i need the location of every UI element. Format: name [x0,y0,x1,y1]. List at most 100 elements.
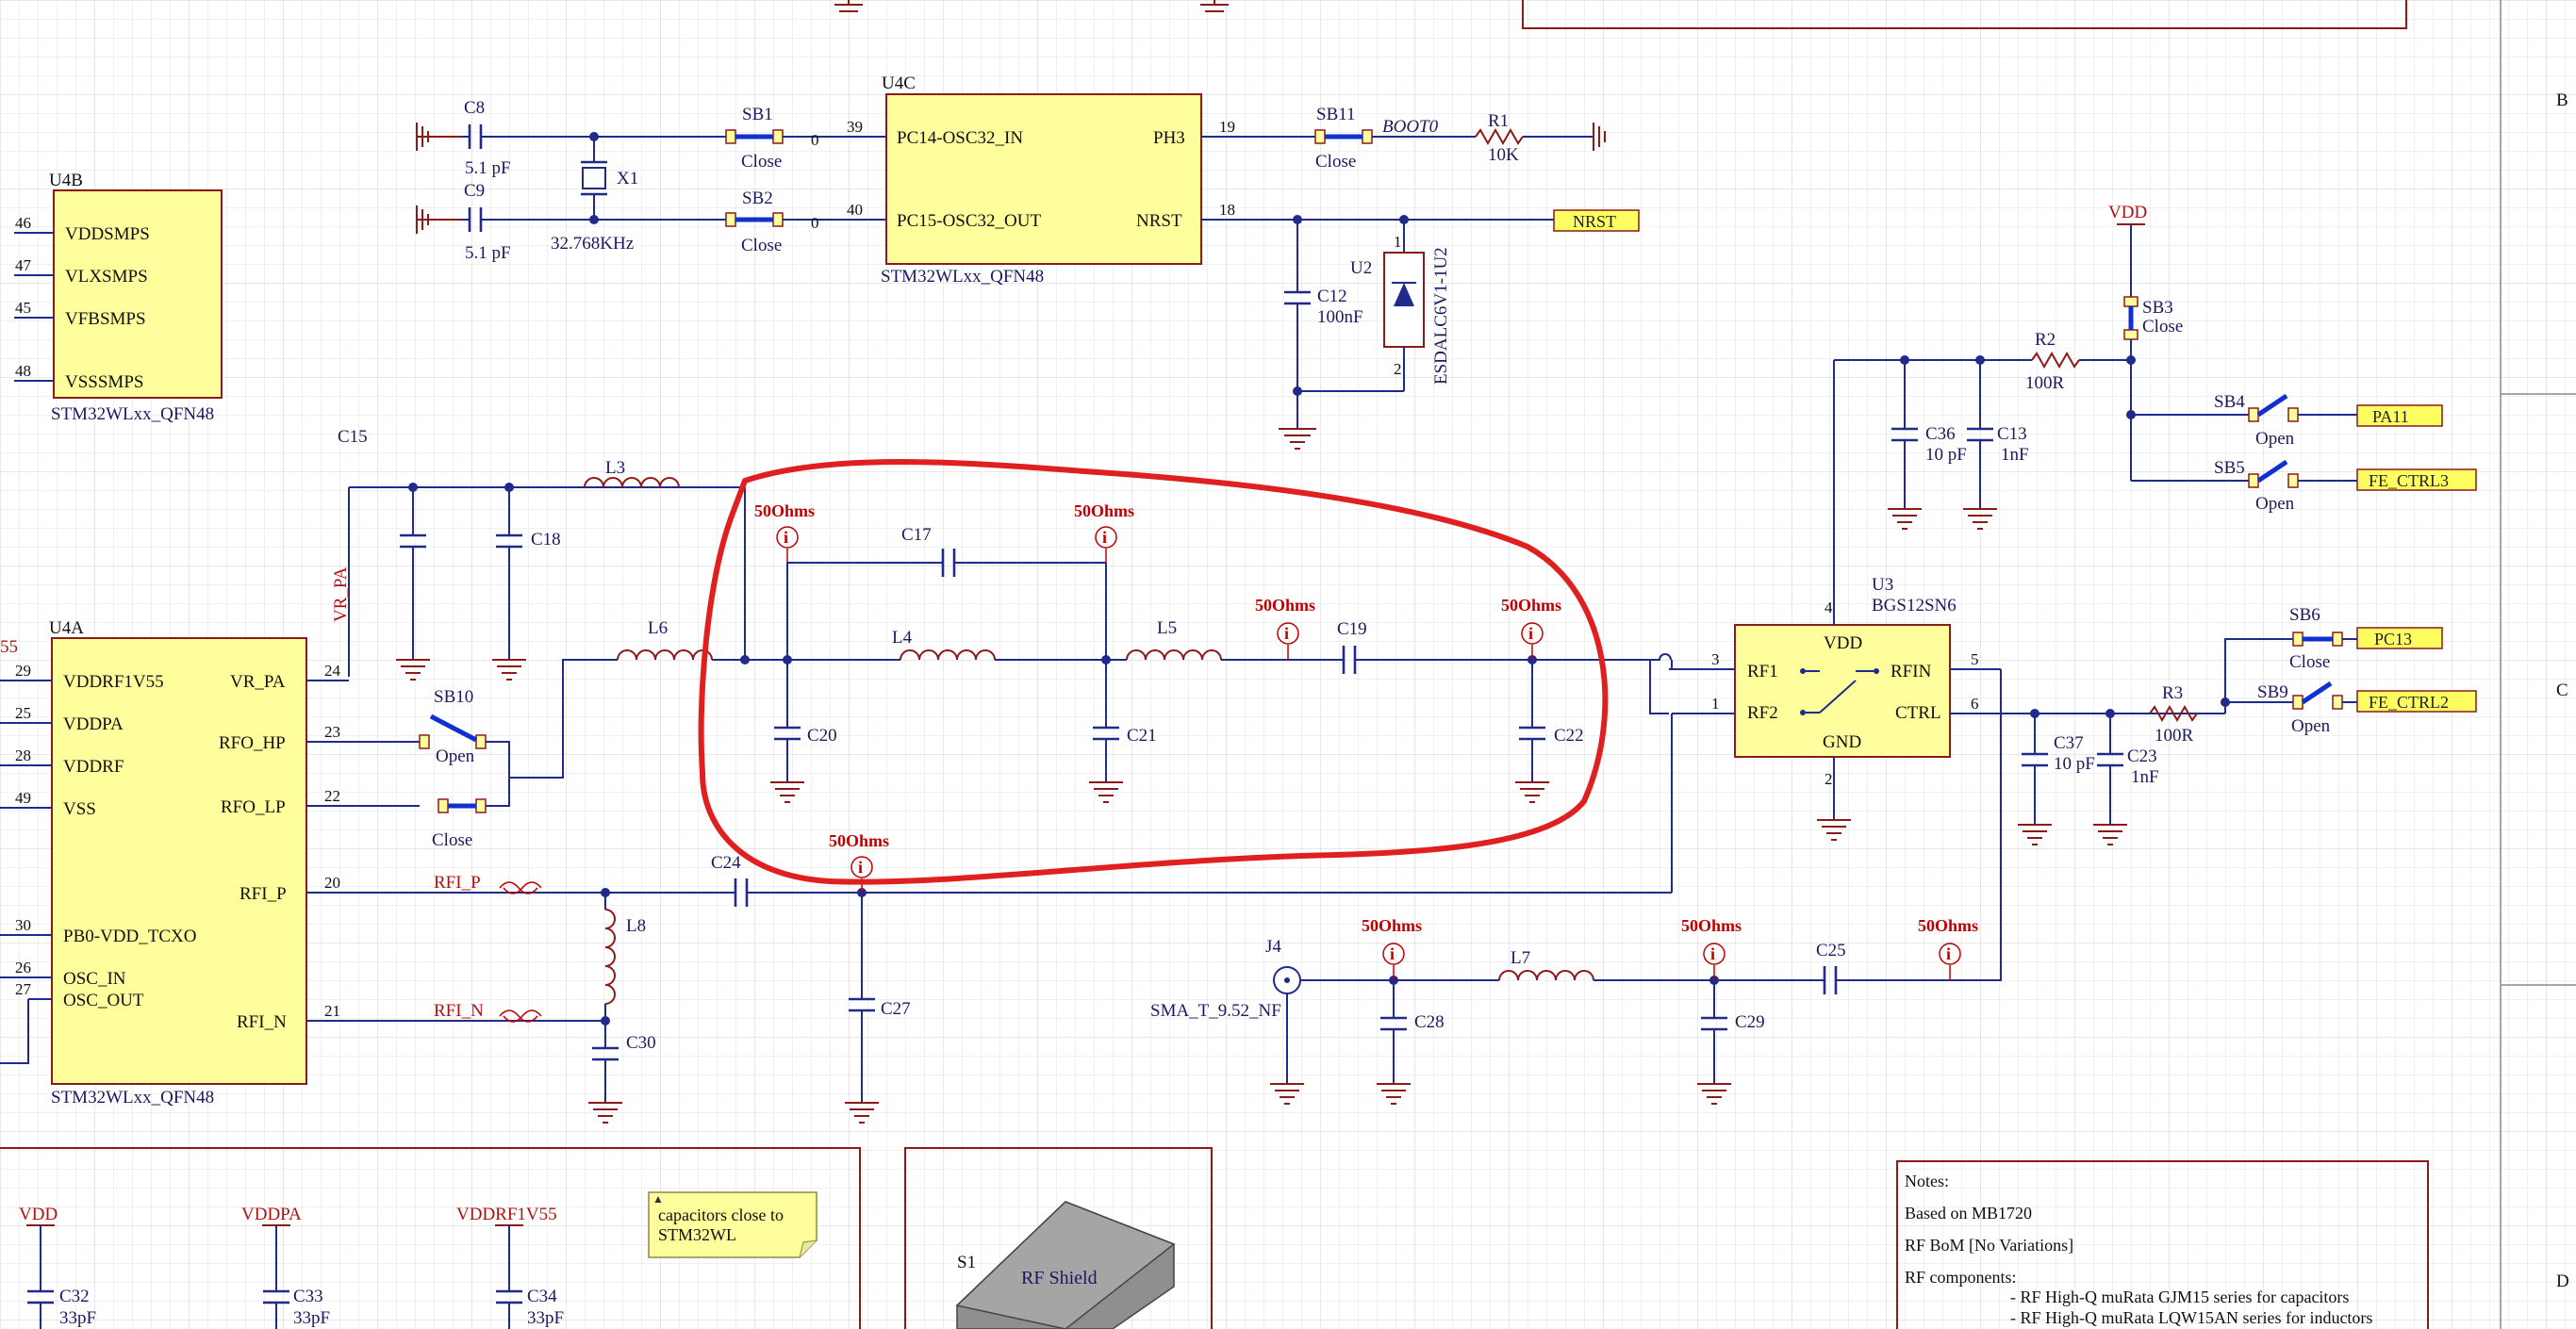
c9-value: 5.1 pF [465,243,511,263]
sb2-ref: SB2 [742,189,773,208]
u4b-pin2-num: 47 [15,256,32,274]
u4c-part: STM32WLxx_QFN48 [881,267,1044,287]
vddpa-net-label: VDDPA [241,1205,302,1224]
svg-text:50Ohms: 50Ohms [1681,916,1742,935]
sb5-ref: SB5 [2214,458,2245,478]
vr-pa-net-label: VR_PA [331,566,351,622]
sb6-ref: SB6 [2289,605,2320,625]
j4-ref: J4 [1265,937,1281,957]
r2-value: 100R [2025,373,2065,393]
u4c-pin39-num: 39 [847,118,863,136]
zone-b-label: B [2556,90,2568,110]
u4a-pin21-num: 21 [324,1002,340,1020]
sb1-ref: SB1 [742,105,773,124]
sb5-state: Open [2255,494,2295,514]
svg-text:i: i [1528,624,1533,643]
sb9-ref: SB9 [2257,682,2288,702]
u4a-pin24-num: 24 [324,662,341,680]
u3-part: BGS12SN6 [1872,596,1957,615]
svg-text:50Ohms: 50Ohms [1918,916,1978,935]
u3-pin2-num: 2 [1825,770,1833,788]
c34-value: 33pF [527,1308,564,1328]
u3-pin4-num: 4 [1825,599,1833,616]
u4c-ref: U4C [882,74,916,93]
u4a-pin30-name: PB0-VDD_TCXO [63,927,196,946]
u4b-pin4-num: 48 [15,362,31,380]
u4a-pin22-name: RFO_LP [221,797,286,817]
u2-ref: U2 [1350,258,1372,278]
svg-text:i: i [1390,944,1395,963]
u4a-edge-label: 55 [0,637,18,657]
u4c-pin39-name: PC14-OSC32_IN [897,128,1023,148]
c23-ref: C23 [2127,747,2157,766]
u3-gnd-pin: GND [1823,732,1861,752]
u4a-pin30-num: 30 [15,916,31,934]
svg-text:50Ohms: 50Ohms [754,501,815,520]
u4b-pin4-name: VSSSMPS [65,372,143,392]
c27-ref: C27 [881,999,911,1019]
u4a-pin25-name: VDDPA [63,714,124,734]
c18-ref: C18 [531,530,561,550]
r2-ref: R2 [2035,330,2056,350]
u4b-ref: U4B [49,171,83,190]
c30-ref: C30 [626,1033,656,1053]
u3-pin5-num: 5 [1971,650,1979,668]
u4c-body [885,93,1202,265]
notes-line3: RF components: [1905,1268,2017,1287]
sb2-pin: 0 [811,214,819,232]
sb2-state: Close [741,236,782,255]
u4a-ref: U4A [49,618,84,638]
c20-ref: C20 [807,726,837,746]
u4a-pin29-name: VDDRF1V55 [63,672,164,692]
u4c-pin18-num: 18 [1219,201,1235,219]
l4-ref: L4 [892,628,913,648]
u3-ctrl-pin: CTRL [1895,703,1941,723]
u4a-pin27-num: 27 [15,980,32,998]
u4a-pin23-name: RFO_HP [219,733,286,753]
u4a-pin28-name: VDDRF [63,757,124,777]
schematic-canvas: B C D U4B 46 47 45 48 VDDSMPS VLXSMPS VF… [0,0,2576,1329]
u3-vdd-pin: VDD [1824,633,1862,653]
c8-value: 5.1 pF [465,158,511,178]
c32-ref: C32 [59,1287,90,1306]
c37-ref: C37 [2054,733,2084,753]
svg-text:50Ohms: 50Ohms [1255,596,1315,615]
u4c-block[interactable]: U4C 39 40 PC14-OSC32_IN PC15-OSC32_OUT P… [847,74,1235,287]
c21-ref: C21 [1127,726,1157,746]
sb3-state: Close [2142,317,2183,336]
u4a-pin23-num: 23 [324,723,340,741]
pa11-net-label: PA11 [2372,407,2409,426]
u4b-pin1-num: 46 [15,214,31,232]
x1-ref: X1 [617,169,638,189]
c9-ref: C9 [464,181,485,201]
c37-value: 10 pF [2054,754,2095,774]
rfi-p-net-label: RFI_P [434,873,481,893]
c17-ref: C17 [901,525,932,545]
u4b-pin3-num: 45 [15,299,31,317]
sb4-state: Open [2255,429,2295,449]
c15-ref: C15 [338,427,368,447]
notes-title: Notes: [1905,1172,1949,1190]
c36-value: 10 pF [1925,445,1967,465]
notes-line1: Based on MB1720 [1905,1204,2032,1222]
c28-ref: C28 [1414,1012,1445,1032]
u4b-part: STM32WLxx_QFN48 [51,404,214,424]
s1-ref: S1 [957,1253,976,1272]
vdd-net-label: VDD [2108,203,2147,222]
u4a-pin28-num: 28 [15,747,31,764]
u4b-pin2-name: VLXSMPS [65,267,148,287]
u4a-pin25-num: 25 [15,704,31,722]
u3-pin6-num: 6 [1971,695,1979,713]
nrst-net-label: NRST [1573,212,1616,231]
c36-ref: C36 [1925,424,1956,444]
u3-rf2-pin: RF2 [1747,703,1778,723]
vddrf1v55-net-label: VDDRF1V55 [456,1205,557,1224]
u2-pin2: 2 [1394,360,1402,378]
svg-text:50Ohms: 50Ohms [1074,501,1134,520]
sb11-ref: SB11 [1316,105,1356,124]
u4a-pin20-num: 20 [324,874,340,892]
r1-ref: R1 [1488,111,1509,131]
svg-text:50Ohms: 50Ohms [1501,596,1561,615]
u4a-pin26-num: 26 [15,959,31,976]
l7-ref: L7 [1511,948,1530,968]
